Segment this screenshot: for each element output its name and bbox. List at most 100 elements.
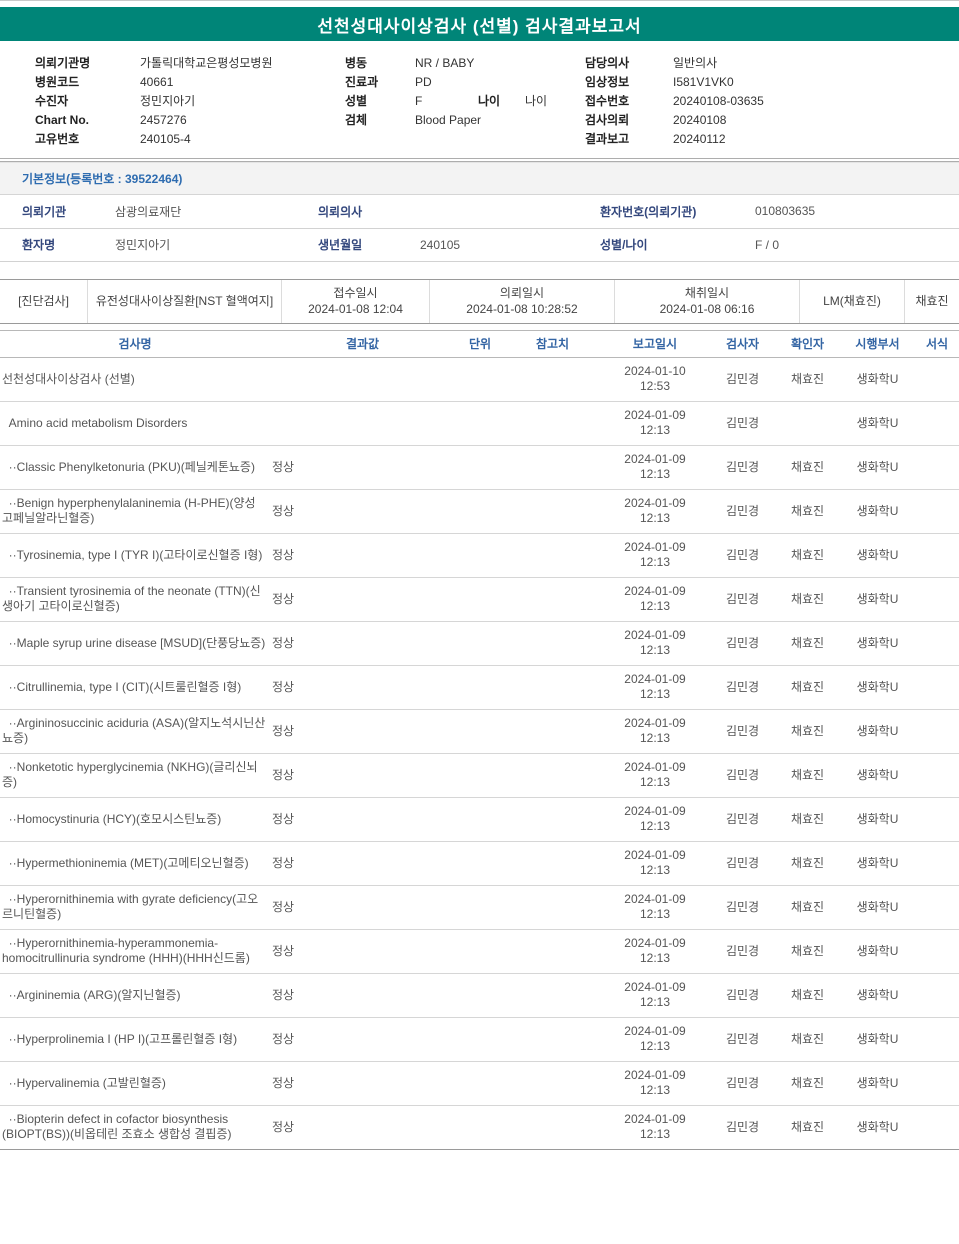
result-cell-ref xyxy=(505,1061,600,1106)
result-cell-date: 2024-01-09 12:13 xyxy=(600,709,710,754)
result-cell-confirmer: 채효진 xyxy=(775,797,840,842)
field-label: 환자번호(의뢰기관) xyxy=(600,195,755,229)
column-header-format: 서식 xyxy=(915,329,959,358)
field-label: 성별 xyxy=(345,94,368,108)
field-label: 채취일시 xyxy=(684,286,730,300)
results-body: 선천성대사이상검사 (선별) 2024-01-10 12:53 김민경 채효진 생화학U… xyxy=(0,357,959,1150)
basic-info-table: 의뢰기관 삼광의료재단 의뢰의사 환자번호(의뢰기관) 010803635 환자… xyxy=(0,195,959,262)
field-value: 2457276 xyxy=(140,113,187,127)
order-tag-text: [진단검사] xyxy=(18,294,69,308)
field-label: 의뢰기관 xyxy=(0,195,115,229)
result-cell-dept: 생화학U xyxy=(840,357,915,402)
field-label: 수진자 xyxy=(35,94,69,108)
result-cell-date: 2024-01-09 12:13 xyxy=(600,753,710,798)
result-cell-name: ··Benign hyperphenylalaninemia (H-PHE)(양… xyxy=(0,489,270,534)
result-cell-unit xyxy=(455,357,505,402)
result-cell-tester: 김민경 xyxy=(710,533,775,578)
field-value: 20240112 xyxy=(673,132,726,146)
result-cell-format xyxy=(915,1105,959,1150)
field-value: 2024-01-08 12:04 xyxy=(308,302,403,316)
result-cell-name: ··Argininosuccinic aciduria (ASA)(알지노석시닌… xyxy=(0,709,270,754)
result-cell-tester: 김민경 xyxy=(710,885,775,930)
result-cell-confirmer: 채효진 xyxy=(775,357,840,402)
result-cell-result: 정상 xyxy=(270,665,455,710)
field-label: 접수일시 xyxy=(333,286,378,300)
result-cell-format xyxy=(915,885,959,930)
result-cell-format xyxy=(915,401,959,446)
field-value: 채효진 xyxy=(915,294,949,308)
order-collector-confirm: 채효진 xyxy=(905,280,959,323)
field-value: PD xyxy=(415,75,432,89)
result-cell-tester: 김민경 xyxy=(710,929,775,974)
field-value: 일반의사 xyxy=(673,56,718,70)
result-cell-date: 2024-01-09 12:13 xyxy=(600,401,710,446)
result-cell-confirmer: 채효진 xyxy=(775,1061,840,1106)
result-cell-date: 2024-01-09 12:13 xyxy=(600,533,710,578)
field-value: 정민지아기 xyxy=(140,94,196,108)
result-cell-tester: 김민경 xyxy=(710,489,775,534)
result-cell-confirmer: 채효진 xyxy=(775,841,840,886)
result-cell-name: ··Hyperornithinemia with gyrate deficien… xyxy=(0,885,270,930)
result-cell-tester: 김민경 xyxy=(710,797,775,842)
result-cell-result: 정상 xyxy=(270,709,455,754)
result-row: ··Argininosuccinic aciduria (ASA)(알지노석시닌… xyxy=(0,709,959,754)
result-cell-format xyxy=(915,665,959,710)
result-cell-confirmer: 채효진 xyxy=(775,1017,840,1062)
result-cell-tester: 김민경 xyxy=(710,621,775,666)
column-header-reference: 참고치 xyxy=(505,329,600,358)
field-label: 병동 xyxy=(345,56,368,70)
basic-info-section-title: 기본정보(등록번호 : 39522464) xyxy=(0,162,959,195)
result-row: ··Hyperornithinemia with gyrate deficien… xyxy=(0,885,959,930)
result-cell-dept: 생화학U xyxy=(840,929,915,974)
result-cell-format xyxy=(915,929,959,974)
result-cell-ref xyxy=(505,489,600,534)
result-cell-date: 2024-01-09 12:13 xyxy=(600,973,710,1018)
result-row: ··Hypervalinemia (고발린혈증) 정상 2024-01-09 12:… xyxy=(0,1061,959,1106)
field-value: 240105 xyxy=(420,228,600,262)
result-cell-ref xyxy=(505,1017,600,1062)
result-cell-result: 정상 xyxy=(270,841,455,886)
result-cell-result: 정상 xyxy=(270,445,455,490)
result-cell-date: 2024-01-09 12:13 xyxy=(600,797,710,842)
result-cell-confirmer: 채효진 xyxy=(775,973,840,1018)
field-value: 20240108-03635 xyxy=(673,94,764,108)
result-cell-format xyxy=(915,1017,959,1062)
result-cell-result: 정상 xyxy=(270,1105,455,1150)
result-cell-confirmer: 채효진 xyxy=(775,445,840,490)
field-label: 성별/나이 xyxy=(600,228,755,262)
field-value: 40661 xyxy=(140,75,174,89)
field-value: 2024-01-08 10:28:52 xyxy=(466,302,578,316)
result-cell-name: ··Nonketotic hyperglycinemia (NKHG)(글리신뇌… xyxy=(0,753,270,798)
result-cell-unit xyxy=(455,841,505,886)
result-cell-format xyxy=(915,621,959,666)
field-value: F / 0 xyxy=(755,228,959,262)
result-cell-unit xyxy=(455,401,505,446)
column-header-confirmer: 확인자 xyxy=(775,329,840,358)
order-tag: [진단검사] xyxy=(0,279,88,323)
result-cell-dept: 생화학U xyxy=(840,1105,915,1150)
result-cell-unit xyxy=(455,489,505,534)
result-cell-name: ··Citrullinemia, type I (CIT)(시트룰린혈증 I형) xyxy=(0,665,270,710)
result-cell-format xyxy=(915,841,959,886)
result-cell-date: 2024-01-09 12:13 xyxy=(600,577,710,622)
result-row: ··Hyperornithinemia-hyperammonemia-homoc… xyxy=(0,929,959,974)
report-title: 선천성대사이상검사 (선별) 검사결과보고서 xyxy=(317,16,642,36)
result-cell-date: 2024-01-09 12:13 xyxy=(600,929,710,974)
results-header-row: 검사명 결과값 단위 참고치 보고일시 검사자 확인자 시행부서 서식 xyxy=(0,329,959,358)
result-cell-unit xyxy=(455,885,505,930)
result-cell-name: 선천성대사이상검사 (선별) xyxy=(0,357,270,402)
order-collected-datetime: 채취일시 2024-01-08 06:16 xyxy=(615,279,800,323)
result-cell-result xyxy=(270,401,455,446)
result-row: ··Benign hyperphenylalaninemia (H-PHE)(양… xyxy=(0,489,959,534)
order-test-name-text: 유전성대사이상질환[NST 혈액여지] xyxy=(95,294,274,308)
result-cell-format xyxy=(915,489,959,534)
field-label: 결과보고 xyxy=(585,132,630,146)
field-value: NR / BABY xyxy=(415,56,475,70)
result-cell-unit xyxy=(455,1105,505,1150)
result-cell-result: 정상 xyxy=(270,489,455,534)
result-cell-date: 2024-01-09 12:13 xyxy=(600,885,710,930)
result-cell-tester: 김민경 xyxy=(710,1061,775,1106)
result-cell-date: 2024-01-09 12:13 xyxy=(600,841,710,886)
result-cell-result: 정상 xyxy=(270,797,455,842)
field-label: 임상정보 xyxy=(585,75,630,89)
